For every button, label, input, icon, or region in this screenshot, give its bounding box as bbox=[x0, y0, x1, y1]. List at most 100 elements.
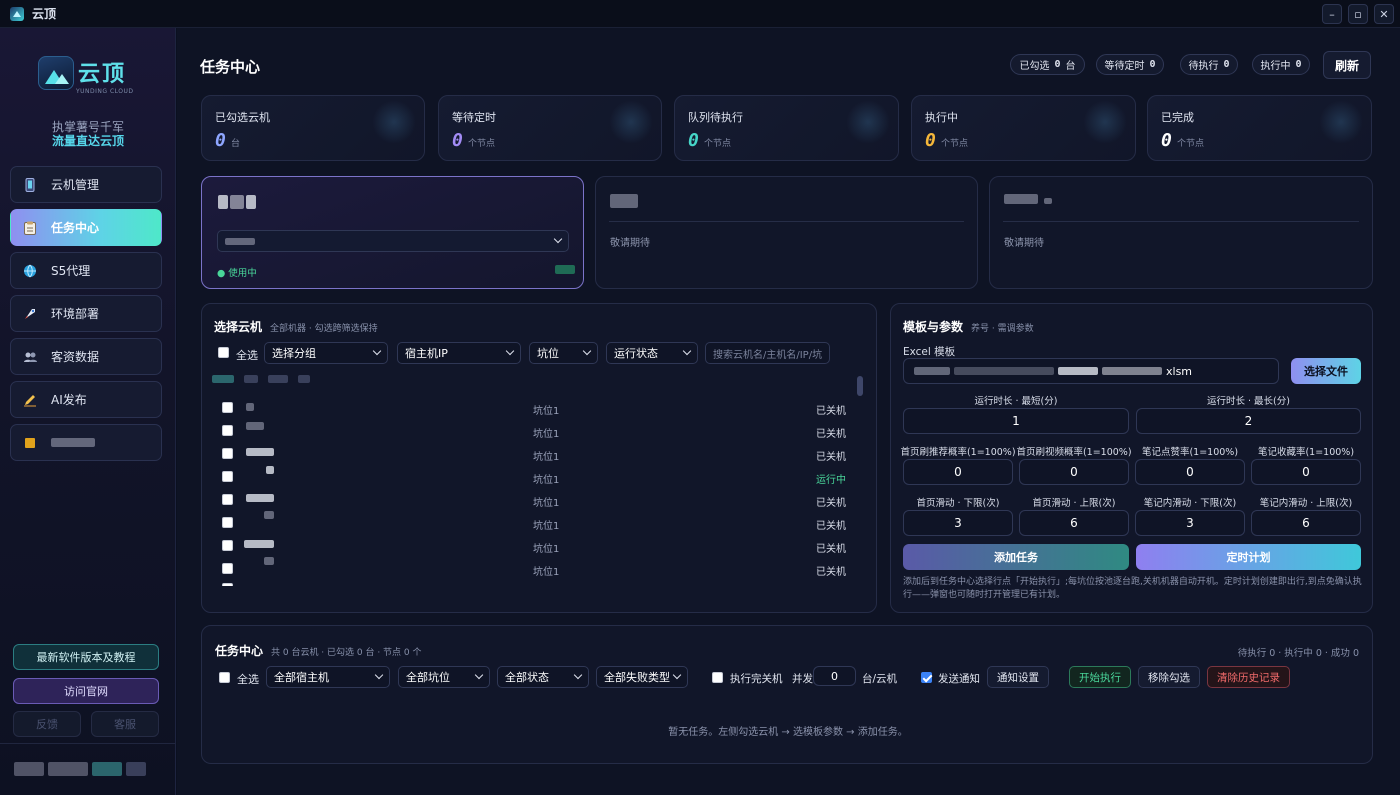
sidebar-item-user-account[interactable] bbox=[10, 424, 162, 461]
feedback-button[interactable]: 反馈 bbox=[13, 711, 81, 737]
sidebar-item-label: 环境部署 bbox=[51, 307, 100, 321]
note-favorite-rate-label: 笔记收藏率(1=100%) bbox=[1257, 447, 1355, 458]
account-card-active[interactable]: ● 使用中 bbox=[201, 176, 584, 289]
sidebar-item-ai-publish[interactable]: AI发布 bbox=[10, 381, 162, 418]
excel-file-path-field[interactable]: xlsm bbox=[903, 358, 1279, 384]
max-duration-input[interactable]: 2 bbox=[1136, 408, 1361, 434]
app-logo-icon bbox=[10, 6, 24, 21]
sidebar-item-task-center[interactable]: 任务中心 bbox=[10, 209, 162, 246]
row-checkbox[interactable] bbox=[222, 425, 233, 436]
stat-card-queued: 队列待执行 0 个节点 bbox=[674, 95, 899, 161]
task-select-all-checkbox[interactable] bbox=[219, 672, 230, 683]
row-checkbox[interactable] bbox=[222, 494, 233, 505]
row-slot: 坑位1 bbox=[533, 521, 560, 532]
shutdown-after-checkbox[interactable] bbox=[712, 672, 723, 683]
pen-icon bbox=[23, 393, 37, 407]
min-duration-input[interactable]: 1 bbox=[903, 408, 1129, 434]
task-status-select[interactable]: 全部状态 bbox=[497, 666, 589, 688]
send-notify-label: 发送通知 bbox=[938, 673, 980, 685]
row-checkbox[interactable] bbox=[222, 563, 233, 574]
customer-service-button[interactable]: 客服 bbox=[91, 711, 159, 737]
table-row[interactable]: 坑位1 已关机 bbox=[222, 422, 852, 440]
refresh-button[interactable]: 刷新 bbox=[1323, 51, 1371, 79]
row-slot: 坑位1 bbox=[533, 429, 560, 440]
start-execute-button[interactable]: 开始执行 bbox=[1069, 666, 1131, 688]
row-status: 已关机 bbox=[816, 452, 846, 463]
sidebar-item-cloud-machines[interactable]: 云机管理 bbox=[10, 166, 162, 203]
row-checkbox[interactable] bbox=[222, 471, 233, 482]
home-scroll-min-input[interactable]: 3 bbox=[903, 510, 1013, 536]
table-row[interactable]: 坑位1 已关机 bbox=[222, 557, 852, 578]
machine-search-input[interactable]: 搜索云机名/主机名/IP/坑 bbox=[705, 342, 830, 364]
table-row[interactable]: 坑位1 已关机 bbox=[222, 445, 852, 463]
file-extension: xlsm bbox=[1166, 364, 1193, 378]
window-title: 云顶 bbox=[32, 7, 57, 21]
home-scroll-max-input[interactable]: 6 bbox=[1019, 510, 1129, 536]
select-all-checkbox[interactable] bbox=[218, 347, 229, 358]
choose-file-button[interactable]: 选择文件 bbox=[1291, 358, 1361, 384]
host-ip-select[interactable]: 宿主机IP bbox=[397, 342, 521, 364]
row-status: 已关机 bbox=[816, 521, 846, 532]
maximize-button[interactable]: ▫ bbox=[1348, 4, 1368, 24]
account-card-slot-2: 敬请期待 bbox=[595, 176, 978, 289]
note-like-rate-input[interactable]: 0 bbox=[1135, 459, 1245, 485]
stat-card-waiting: 等待定时 0 个节点 bbox=[438, 95, 662, 161]
home-video-rate-input[interactable]: 0 bbox=[1019, 459, 1129, 485]
note-scroll-min-input[interactable]: 3 bbox=[1135, 510, 1245, 536]
visit-website-button[interactable]: 访问官网 bbox=[13, 678, 159, 704]
empty-task-message: 暂无任务。左侧勾选云机 → 选模板参数 → 添加任务。 bbox=[668, 727, 908, 738]
row-checkbox[interactable] bbox=[222, 402, 233, 413]
row-slot: 坑位1 bbox=[533, 475, 560, 486]
row-status: 已关机 bbox=[816, 567, 846, 578]
table-row[interactable]: 坑位1 已关机 bbox=[222, 399, 852, 417]
sidebar-item-label: AI发布 bbox=[51, 393, 87, 407]
slogan-line2: 流量直达云顶 bbox=[51, 134, 124, 148]
task-fail-type-select[interactable]: 全部失败类型 bbox=[596, 666, 688, 688]
sidebar-item-customer-data[interactable]: 客资数据 bbox=[10, 338, 162, 375]
title-bar: 云顶 – ▫ ✕ bbox=[0, 0, 1400, 28]
row-status: 已关机 bbox=[816, 429, 846, 440]
task-center-panel: 任务中心 共 0 台云机 · 已勾选 0 台 · 节点 0 个 待执行 0 · … bbox=[201, 625, 1373, 764]
table-row[interactable]: 坑位1 运行中 bbox=[222, 466, 852, 486]
table-row[interactable]: 坑位1 已关机 bbox=[222, 491, 852, 509]
account-icon bbox=[23, 436, 37, 450]
notify-settings-button[interactable]: 通知设置 bbox=[987, 666, 1049, 688]
sidebar-divider bbox=[0, 743, 176, 744]
schedule-plan-button[interactable]: 定时计划 bbox=[1136, 544, 1361, 570]
table-row[interactable]: 坑位1 已关机 bbox=[222, 537, 852, 555]
clear-history-button[interactable]: 清除历史记录 bbox=[1207, 666, 1290, 688]
redacted-machine-name bbox=[246, 494, 274, 502]
brand-subtitle: YUNDING CLOUD bbox=[76, 88, 134, 95]
pill-running: 执行中 0 bbox=[1252, 54, 1310, 75]
concurrency-unit: 台/云机 bbox=[862, 673, 898, 685]
group-select[interactable]: 选择分组 bbox=[264, 342, 388, 364]
task-host-select[interactable]: 全部宿主机 bbox=[266, 666, 390, 688]
status-select[interactable]: 运行状态 bbox=[606, 342, 698, 364]
note-favorite-rate-input[interactable]: 0 bbox=[1251, 459, 1361, 485]
sidebar-item-s5-proxy[interactable]: S5代理 bbox=[10, 252, 162, 289]
latest-version-button[interactable]: 最新软件版本及教程 bbox=[13, 644, 159, 670]
remove-selected-button[interactable]: 移除勾选 bbox=[1138, 666, 1200, 688]
account-select[interactable] bbox=[217, 230, 569, 252]
redacted-account-name bbox=[51, 438, 95, 447]
slot-select[interactable]: 坑位 bbox=[529, 342, 598, 364]
clipboard-icon bbox=[23, 221, 37, 235]
machine-select-panel: 选择云机 全部机器 · 勾选跨筛选保持 全选 选择分组 宿主机IP 坑位 运行状… bbox=[201, 303, 877, 613]
row-checkbox[interactable] bbox=[222, 540, 233, 551]
minimize-button[interactable]: – bbox=[1322, 4, 1342, 24]
note-scroll-max-input[interactable]: 6 bbox=[1251, 510, 1361, 536]
send-notify-checkbox[interactable] bbox=[921, 672, 932, 683]
sidebar-item-env-deploy[interactable]: 环境部署 bbox=[10, 295, 162, 332]
task-slot-select[interactable]: 全部坑位 bbox=[398, 666, 490, 688]
close-button[interactable]: ✕ bbox=[1374, 4, 1394, 24]
in-use-badge: ● 使用中 bbox=[217, 268, 257, 279]
row-checkbox[interactable] bbox=[222, 517, 233, 528]
row-slot: 坑位1 bbox=[533, 406, 560, 417]
add-task-button[interactable]: 添加任务 bbox=[903, 544, 1129, 570]
row-slot: 坑位1 bbox=[533, 452, 560, 463]
concurrency-input[interactable]: 0 bbox=[813, 666, 856, 686]
row-checkbox[interactable] bbox=[222, 448, 233, 459]
machine-list-scrollbar[interactable] bbox=[857, 376, 863, 396]
home-recommend-rate-input[interactable]: 0 bbox=[903, 459, 1013, 485]
table-row[interactable]: 坑位1 已关机 bbox=[222, 511, 852, 532]
